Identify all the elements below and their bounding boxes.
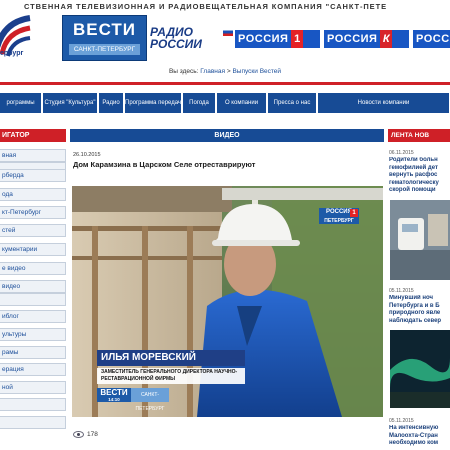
vesti-logo-subtitle: САНКТ-ПЕТЕРБУРГ <box>69 44 140 55</box>
channel-label: РОССИЯ <box>238 33 289 45</box>
news-date: 05.11.2015 <box>389 288 414 294</box>
sidebar-item[interactable]: кументарии <box>0 243 66 256</box>
news-headline[interactable]: Минувший ноч Петербурга и в Б природного… <box>389 295 450 325</box>
news-thumbnail-aurora[interactable] <box>390 330 450 408</box>
caption-city: САНКТ-ПЕТЕРБУРГ <box>131 388 169 412</box>
nav-item-programs[interactable]: рограммы <box>0 93 42 113</box>
nav-item-about[interactable]: О компании <box>217 93 267 113</box>
sidebar-item[interactable]: стей <box>0 224 66 237</box>
sidebar-item[interactable] <box>0 293 66 306</box>
breadcrumb-prefix: Вы здесь: <box>168 68 199 75</box>
sidebar-item[interactable]: ультуры <box>0 328 66 341</box>
news-date: 06.11.2015 <box>389 150 414 156</box>
caption-person-role: ЗАМЕСТИТЕЛЬ ГЕНЕРАЛЬНОГО ДИРЕКТОРА НАУЧН… <box>97 368 245 384</box>
eye-icon <box>73 431 84 438</box>
channel-watermark: РОССИЯ 1 ПЕТЕРБУРГ <box>319 208 359 224</box>
radio-logo-line2: РОССИИ <box>150 37 202 51</box>
sidebar-item[interactable] <box>0 398 66 411</box>
breadcrumb: Вы здесь: Главная > Выпуски Вестей <box>0 68 450 75</box>
news-feed-title: ЛЕНТА НОВ <box>388 129 450 142</box>
article-title[interactable]: Дом Карамзина в Царском Селе отреставрир… <box>73 160 383 169</box>
news-date: 05.11.2015 <box>389 418 414 424</box>
russian-flag-icon <box>223 28 233 36</box>
caption-vesti-title: ВЕСТИ <box>100 388 128 397</box>
channel-badge: К <box>380 30 393 48</box>
news-thumbnail-ambulance[interactable] <box>390 200 450 280</box>
breadcrumb-current-link[interactable]: Выпуски Вестей <box>232 68 281 75</box>
nav-item-weather[interactable]: Погода <box>183 93 216 113</box>
watermark-channel: РОССИЯ <box>326 209 352 215</box>
sidebar-item[interactable]: рберда <box>0 169 66 182</box>
channel-badge: 1 <box>291 30 304 48</box>
view-count: 178 <box>73 431 98 438</box>
news-headline[interactable]: Родители больн гемофилией дет вернуть ра… <box>389 157 450 195</box>
sidebar-item[interactable]: ерация <box>0 363 66 376</box>
sidebar-item[interactable]: видео <box>0 280 66 293</box>
sidebar-title: ИГАТОР <box>0 129 66 142</box>
news-headline[interactable]: На интенсивную Малоохта-Стран необходимо… <box>389 425 450 450</box>
radio-rossii-logo[interactable]: РАДИО РОССИИ <box>150 26 235 56</box>
channel-label: РОСС <box>416 33 450 45</box>
view-count-value: 178 <box>87 431 98 439</box>
sidebar-item[interactable]: вная <box>0 149 66 162</box>
breadcrumb-home-link[interactable]: Главная <box>200 68 225 75</box>
header-divider <box>0 82 450 85</box>
russia-1-logo[interactable]: РОССИЯ 1 <box>235 30 320 48</box>
article-date: 26.10.2015 <box>73 152 101 158</box>
sidebar-item[interactable] <box>0 416 66 429</box>
watermark-number: 1 <box>350 209 358 217</box>
russia-k-logo[interactable]: РОССИЯ К <box>324 30 409 48</box>
channel-label: РОССИЯ <box>327 33 378 45</box>
russia-24-logo[interactable]: РОСС <box>413 30 450 48</box>
breadcrumb-separator: > <box>226 68 231 75</box>
caption-vesti-time: 14:10 <box>108 397 120 402</box>
main-navigation: рограммы Студия "Культура" Радио Програм… <box>0 93 450 113</box>
watermark-sub: ПЕТЕРБУРГ <box>324 218 354 224</box>
logo-city-label: ербург <box>0 50 24 57</box>
nav-item-press[interactable]: Пресса о нас <box>268 93 317 113</box>
vesti-logo[interactable]: ВЕСТИ САНКТ-ПЕТЕРБУРГ <box>62 15 147 61</box>
vesti-logo-title: ВЕСТИ <box>72 20 137 39</box>
sidebar-item[interactable]: иблог <box>0 310 66 323</box>
caption-person-name: ИЛЬЯ МОРЕВСКИЙ <box>97 350 245 366</box>
sidebar-item[interactable]: е видео <box>0 262 66 275</box>
sidebar-item[interactable]: ода <box>0 188 66 201</box>
nav-item-radio[interactable]: Радио <box>99 93 124 113</box>
sidebar-item[interactable]: кт-Петербург <box>0 206 66 219</box>
caption-vesti-logo: ВЕСТИ 14:10 <box>97 388 131 402</box>
nav-item-company-news[interactable]: Новости компании <box>318 93 450 113</box>
company-name-line: СТВЕННАЯ ТЕЛЕВИЗИОННАЯ И РАДИОВЕЩАТЕЛЬНА… <box>24 2 387 11</box>
nav-item-culture-studio[interactable]: Студия "Культура" <box>43 93 98 113</box>
sidebar-item[interactable]: ной <box>0 381 66 394</box>
sidebar-item[interactable]: рамы <box>0 346 66 359</box>
nav-item-tv-schedule[interactable]: Программа передач <box>125 93 182 113</box>
video-section-title: ВИДЕО <box>70 129 384 142</box>
